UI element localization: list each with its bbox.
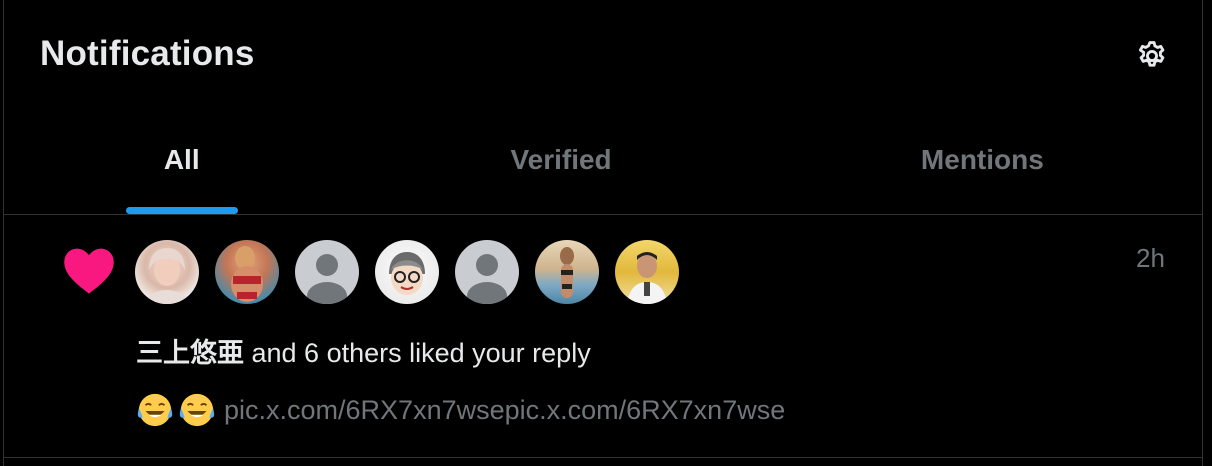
avatar[interactable]	[215, 240, 279, 304]
tab-mentions[interactable]: Mentions	[763, 110, 1202, 214]
settings-button[interactable]	[1132, 36, 1172, 76]
gear-icon	[1138, 41, 1165, 67]
tab-verified-label: Verified	[510, 144, 612, 175]
tab-verified[interactable]: Verified	[359, 110, 762, 214]
heart-icon	[64, 248, 114, 294]
avatar[interactable]	[615, 240, 679, 304]
tab-all-label: All	[163, 144, 200, 175]
avatar[interactable]	[375, 240, 439, 304]
avatar[interactable]	[455, 240, 519, 304]
avatar[interactable]	[295, 240, 359, 304]
reply-preview: pic.x.com/6RX7xn7wsepic.x.com/6RX7xn7wse	[136, 391, 785, 429]
notifications-panel: Notifications All Verified Mentions 2h 三…	[3, 0, 1203, 466]
content-link[interactable]: pic.x.com/6RX7xn7wsepic.x.com/6RX7xn7wse	[224, 395, 785, 426]
page-title: Notifications	[40, 34, 255, 73]
laughing-tears-emoji-icon	[137, 393, 173, 427]
avatar[interactable]	[535, 240, 599, 304]
actor-name[interactable]: 三上悠亜	[136, 338, 244, 368]
laughing-tears-emoji-icon	[179, 393, 215, 427]
action-text: and 6 others liked your reply	[244, 338, 591, 368]
header: Notifications	[4, 0, 1202, 110]
active-tab-indicator	[126, 207, 238, 214]
avatar[interactable]	[135, 240, 199, 304]
tab-all[interactable]: All	[4, 110, 359, 214]
tab-mentions-label: Mentions	[920, 144, 1044, 175]
notification-summary: 三上悠亜 and 6 others liked your reply	[136, 331, 591, 370]
notification-item[interactable]: 2h 三上悠亜 and 6 others liked your reply pi…	[4, 215, 1202, 458]
avatar-group	[135, 240, 679, 304]
notification-tabs: All Verified Mentions	[4, 110, 1202, 215]
timestamp: 2h	[1136, 243, 1165, 273]
